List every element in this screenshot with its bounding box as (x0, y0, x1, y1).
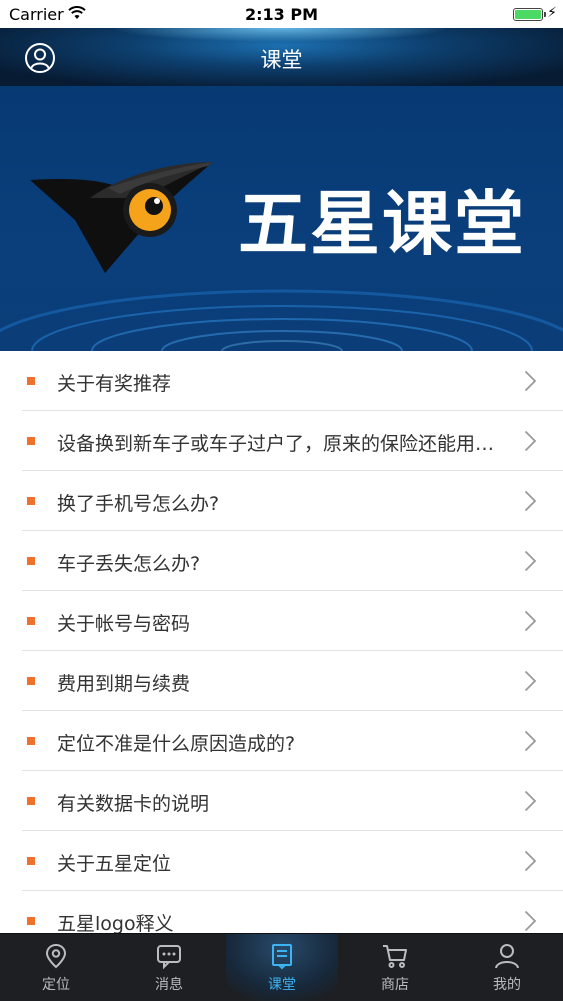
list-item-label: 关于有奖推荐 (57, 373, 172, 395)
banner-title: 五星课堂 (238, 183, 526, 265)
tab-label-mine: 我的 (493, 977, 521, 993)
chevron-right-icon (524, 370, 537, 392)
list-item-label: 设备换到新车子或车子过户了，原来的保险还能用吗？ (57, 433, 512, 455)
classroom-icon (272, 944, 292, 970)
tab-classroom[interactable]: 课堂 (226, 934, 338, 1001)
list-item-label: 关于帐号与密码 (57, 613, 191, 635)
charging-icon: ⚡ (547, 5, 557, 21)
bullet-marker (27, 857, 35, 865)
tab-store[interactable]: 商店 (339, 934, 451, 1001)
chevron-right-icon (524, 670, 537, 692)
nav-glow (110, 28, 450, 42)
chevron-right-icon (524, 550, 537, 572)
list-item[interactable]: 设备换到新车子或车子过户了，原来的保险还能用吗？ (0, 411, 563, 471)
battery-icon (513, 8, 543, 21)
list-item[interactable]: 费用到期与续费 (0, 651, 563, 711)
list-item-label: 换了手机号怎么办? (57, 493, 220, 515)
article-list: 关于有奖推荐设备换到新车子或车子过户了，原来的保险还能用吗？ 换了手机号怎么办? 车… (0, 351, 563, 933)
list-item[interactable]: 关于五星定位 (0, 831, 563, 891)
list-item[interactable]: 定位不准是什么原因造成的? (0, 711, 563, 771)
message-icon (157, 945, 181, 970)
list-item-label: 车子丢失怎么办? (57, 553, 201, 575)
tab-label-location: 定位 (42, 977, 70, 993)
list-item-label: 定位不准是什么原因造成的? (57, 733, 296, 755)
banner: 五星课堂 (0, 86, 563, 351)
chevron-right-icon (524, 490, 537, 512)
page-title: 课堂 (260, 48, 303, 72)
list-item[interactable]: 换了手机号怎么办? (0, 471, 563, 531)
tab-messages[interactable]: 消息 (113, 934, 225, 1001)
tab-bar: 定位 消息 课堂 商店 我的 (0, 933, 563, 1001)
chevron-right-icon (524, 610, 537, 632)
bullet-marker (27, 677, 35, 685)
cart-icon (383, 945, 407, 968)
list-item[interactable]: 关于有奖推荐 (0, 351, 563, 411)
bullet-marker (27, 377, 35, 385)
profile-icon (495, 944, 519, 969)
chevron-right-icon (524, 910, 537, 932)
list-item[interactable]: 有关数据卡的说明 (0, 771, 563, 831)
tab-location[interactable]: 定位 (0, 934, 112, 1001)
list-item[interactable]: 关于帐号与密码 (0, 591, 563, 651)
bullet-marker (27, 557, 35, 565)
list-item[interactable]: 五星logo释义 (0, 891, 563, 933)
eye-logo-icon (30, 162, 213, 273)
list-item-label: 费用到期与续费 (57, 673, 191, 695)
list-item-label: 有关数据卡的说明 (57, 793, 210, 815)
chevron-right-icon (524, 730, 537, 752)
chevron-right-icon (524, 850, 537, 872)
status-bar: Carrier 2:13 PM ⚡ (0, 0, 563, 28)
bullet-marker (27, 917, 35, 925)
bullet-marker (27, 497, 35, 505)
chevron-right-icon (524, 790, 537, 812)
list-item-label: 五星logo释义 (57, 913, 174, 933)
chevron-right-icon (524, 430, 537, 452)
list-item[interactable]: 车子丢失怎么办? (0, 531, 563, 591)
bullet-marker (27, 617, 35, 625)
bullet-marker (27, 737, 35, 745)
bullet-marker (27, 437, 35, 445)
water-ripple (0, 289, 563, 351)
battery-tip (544, 12, 546, 17)
tab-label-store: 商店 (381, 977, 409, 993)
navigation-bar: 课堂 (0, 28, 563, 88)
bullet-marker (27, 797, 35, 805)
tab-label-messages: 消息 (155, 977, 183, 993)
list-item-label: 关于五星定位 (57, 853, 172, 875)
tab-mine[interactable]: 我的 (451, 934, 563, 1001)
status-time: 2:13 PM (244, 5, 318, 24)
tab-label-classroom: 课堂 (268, 977, 296, 993)
location-pin-icon (45, 943, 67, 969)
